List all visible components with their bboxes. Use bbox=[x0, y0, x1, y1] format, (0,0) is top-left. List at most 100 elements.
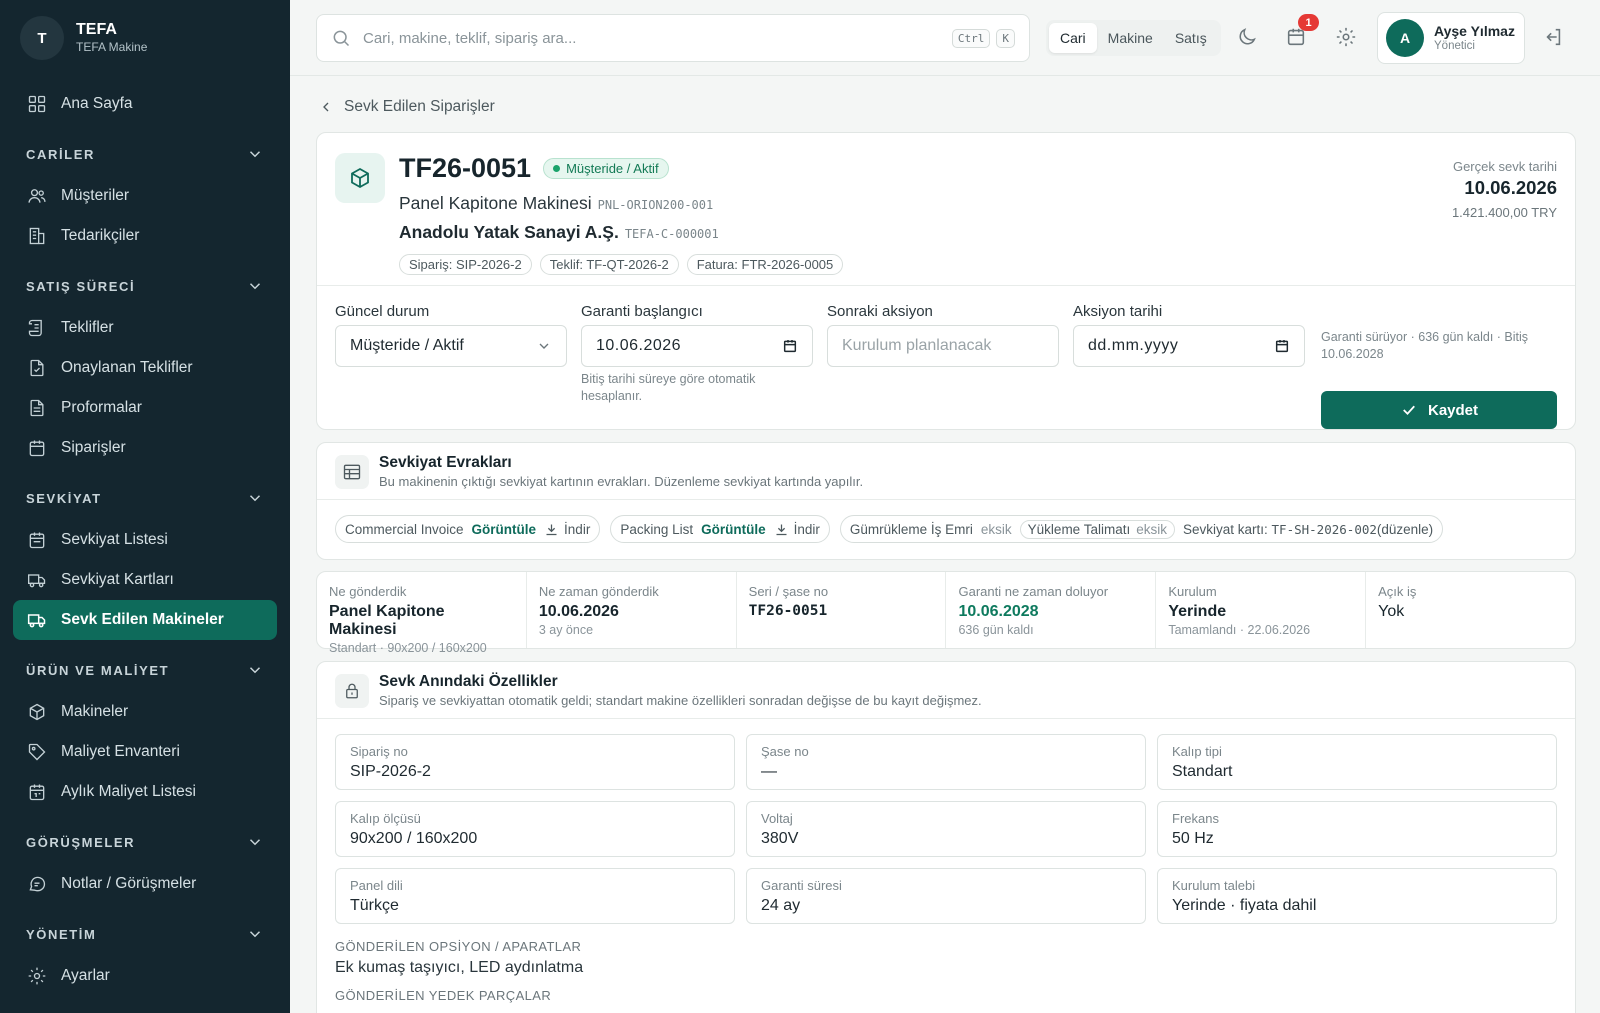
specs-grid: Sipariş no SIP-2026-2 Şase no — Kalıp tipi… bbox=[335, 734, 1557, 924]
chevron-down-icon bbox=[249, 931, 261, 938]
action-date-input[interactable]: dd.mm.yyyy bbox=[1073, 325, 1305, 367]
customer-line[interactable]: Anadolu Yatak Sanayi A.Ş. TEFA-C-000001 bbox=[399, 222, 719, 243]
spec-label: Frekans bbox=[1172, 811, 1219, 826]
sidebar-item-makineler[interactable]: Makineler bbox=[13, 692, 277, 732]
spec-panel-dili: Panel dili Türkçe bbox=[335, 868, 735, 924]
calendar-icon[interactable] bbox=[782, 338, 798, 354]
spec-label: Şase no bbox=[761, 744, 809, 759]
gear-icon[interactable] bbox=[1335, 26, 1357, 48]
check-icon bbox=[1403, 405, 1415, 416]
stat-value: Yok bbox=[1378, 603, 1405, 620]
doc-download-link[interactable]: İndir bbox=[544, 522, 590, 537]
divider bbox=[317, 285, 1575, 286]
next-action-label: Sonraki aksiyon bbox=[827, 303, 933, 320]
chevron-down-icon bbox=[249, 151, 261, 158]
sidebar-item-proformalar[interactable]: Proformalar bbox=[13, 388, 277, 428]
doc-missing-label: eksik bbox=[980, 521, 1012, 537]
divider bbox=[317, 718, 1575, 719]
calendar-icon[interactable] bbox=[1274, 338, 1290, 354]
warranty-date-input[interactable]: 10.06.2026 bbox=[581, 325, 813, 367]
sidebar-item-sevk-edilen-makineler[interactable]: Sevk Edilen Makineler bbox=[13, 600, 277, 640]
machine-icon-box bbox=[335, 153, 385, 203]
sidebar-item-home[interactable]: Ana Sayfa bbox=[13, 84, 277, 124]
logout-icon[interactable] bbox=[1542, 26, 1564, 48]
stat-sub: Standart · 90x200 / 160x200 bbox=[329, 641, 487, 655]
section-label: YÖNETİM bbox=[26, 926, 97, 942]
sidebar-item-onaylanan-teklifler[interactable]: Onaylanan Teklifler bbox=[13, 348, 277, 388]
next-action-input[interactable]: Kurulum planlanacak bbox=[827, 325, 1059, 367]
sidebar-item-ayarlar[interactable]: Ayarlar bbox=[13, 956, 277, 996]
doc-download-link[interactable]: İndir bbox=[774, 522, 820, 537]
section-satis-sureci[interactable]: SATIŞ SÜRECİ bbox=[0, 264, 290, 308]
sidebar-item-label: Teklifler bbox=[61, 319, 114, 336]
sidebar-item-teklifler[interactable]: Teklifler bbox=[13, 308, 277, 348]
sidebar-item-sevkiyat-listesi[interactable]: Sevkiyat Listesi bbox=[13, 520, 277, 560]
sidebar-item-label: Siparişler bbox=[61, 439, 126, 456]
calendar-list-icon bbox=[29, 532, 45, 549]
warranty-status-hint: Garanti sürüyor · 636 gün kaldı · Bitiş … bbox=[1321, 330, 1529, 361]
warranty-date-value: 10.06.2026 bbox=[596, 337, 682, 354]
brand-name: TEFA bbox=[76, 21, 117, 38]
stat-ne-gonderdik: Ne gönderdik Panel Kapitone Makinesi Stand… bbox=[317, 572, 527, 655]
section-gorusmeler[interactable]: GÖRÜŞMELER bbox=[0, 820, 290, 864]
search-box[interactable]: Ctrl K bbox=[316, 14, 1030, 62]
doc-view-link[interactable]: Görüntüle bbox=[472, 522, 537, 537]
back-link[interactable]: Sevk Edilen Siparişler bbox=[318, 98, 495, 116]
section-urun-maliyet[interactable]: ÜRÜN VE MALİYET bbox=[0, 648, 290, 692]
quick-tab-satis[interactable]: Satış bbox=[1164, 23, 1218, 53]
sidebar-nav: Ana Sayfa CARİLER Müşteriler Tedarikçile… bbox=[0, 84, 290, 996]
sidebar-item-label: Tedarikçiler bbox=[61, 227, 140, 244]
sidebar-item-aylik-maliyet[interactable]: Aylık Maliyet Listesi bbox=[13, 772, 277, 812]
section-yonetim[interactable]: YÖNETİM bbox=[0, 912, 290, 956]
clipboard-icon bbox=[29, 440, 45, 457]
search-input[interactable] bbox=[363, 29, 946, 47]
sidebar-item-label: Maliyet Envanteri bbox=[61, 743, 180, 760]
sidebar-item-notlar[interactable]: Notlar / Görüşmeler bbox=[13, 864, 277, 904]
ref-chip-teklif[interactable]: Teklif: TF-QT-2026-2 bbox=[539, 254, 679, 275]
section-cariler[interactable]: CARİLER bbox=[0, 132, 290, 176]
spec-kurulum-talebi: Kurulum talebi Yerinde · fiyata dahil bbox=[1157, 868, 1557, 924]
brand[interactable]: T TEFA TEFA Makine bbox=[20, 16, 147, 60]
sidebar-item-label: Notlar / Görüşmeler bbox=[61, 875, 197, 892]
section-icon-box bbox=[335, 455, 369, 489]
quick-tab-cari[interactable]: Cari bbox=[1049, 23, 1097, 53]
shipment-card-link[interactable]: Sevkiyat kartı: TF-SH-2026-002(düzenle) bbox=[1183, 522, 1433, 537]
ref-chip-siparis[interactable]: Sipariş: SIP-2026-2 bbox=[399, 254, 532, 275]
specs-subtitle: Sipariş ve sevkiyattan otomatik geldi; s… bbox=[379, 693, 982, 708]
file-text-icon bbox=[30, 399, 44, 417]
spec-voltaj: Voltaj 380V bbox=[746, 801, 1146, 857]
moon-icon[interactable] bbox=[1236, 26, 1258, 48]
status-select[interactable]: Müşteride / Aktif bbox=[335, 325, 567, 367]
spec-label: Panel dili bbox=[350, 878, 403, 893]
spec-value: 90x200 / 160x200 bbox=[350, 830, 478, 847]
users-icon bbox=[28, 189, 46, 203]
stat-ne-zaman: Ne zaman gönderdik 10.06.2026 3 ay önce bbox=[527, 572, 737, 648]
action-date-label: Aksiyon tarihi bbox=[1073, 303, 1163, 320]
sidebar-item-label: Sevkiyat Kartları bbox=[61, 571, 174, 588]
doc-view-link[interactable]: Görüntüle bbox=[701, 522, 766, 537]
shipment-card-label: Sevkiyat kartı: bbox=[1182, 521, 1268, 537]
ref-chip-fatura[interactable]: Fatura: FTR-2026-0005 bbox=[686, 254, 844, 275]
save-button[interactable]: Kaydet bbox=[1321, 391, 1557, 429]
stat-sub: Tamamlandı · 22.06.2026 bbox=[1168, 623, 1311, 637]
sidebar-item-maliyet-envanteri[interactable]: Maliyet Envanteri bbox=[13, 732, 277, 772]
customer-name: Anadolu Yatak Sanayi A.Ş. bbox=[399, 222, 619, 242]
spec-kalip-olcusu: Kalıp ölçüsü 90x200 / 160x200 bbox=[335, 801, 735, 857]
sidebar-item-sevkiyat-kartlari[interactable]: Sevkiyat Kartları bbox=[13, 560, 277, 600]
quick-tab-makine[interactable]: Makine bbox=[1097, 23, 1164, 53]
shipment-docs-card: Sevkiyat Evrakları Bu makinenin çıktığı … bbox=[316, 442, 1576, 560]
section-label: SATIŞ SÜRECİ bbox=[26, 278, 136, 294]
user-menu[interactable]: A Ayşe Yılmaz Yönetici bbox=[1377, 12, 1525, 64]
sidebar-item-musteriler[interactable]: Müşteriler bbox=[13, 176, 277, 216]
download-icon bbox=[776, 524, 787, 535]
sidebar-item-siparisler[interactable]: Siparişler bbox=[13, 428, 277, 468]
amount: 1.421.400,00 TRY bbox=[1451, 205, 1557, 220]
spec-label: Voltaj bbox=[761, 811, 793, 826]
sidebar-item-tedarikciler[interactable]: Tedarikçiler bbox=[13, 216, 277, 256]
machine-code: PNL-ORION200-001 bbox=[597, 198, 714, 212]
section-label: ÜRÜN VE MALİYET bbox=[26, 662, 170, 678]
stat-label: Ne zaman gönderdik bbox=[538, 584, 659, 599]
back-label: Sevk Edilen Siparişler bbox=[344, 98, 495, 115]
section-sevkiyat[interactable]: SEVKİYAT bbox=[0, 476, 290, 520]
spec-label: Kalıp tipi bbox=[1172, 744, 1222, 759]
